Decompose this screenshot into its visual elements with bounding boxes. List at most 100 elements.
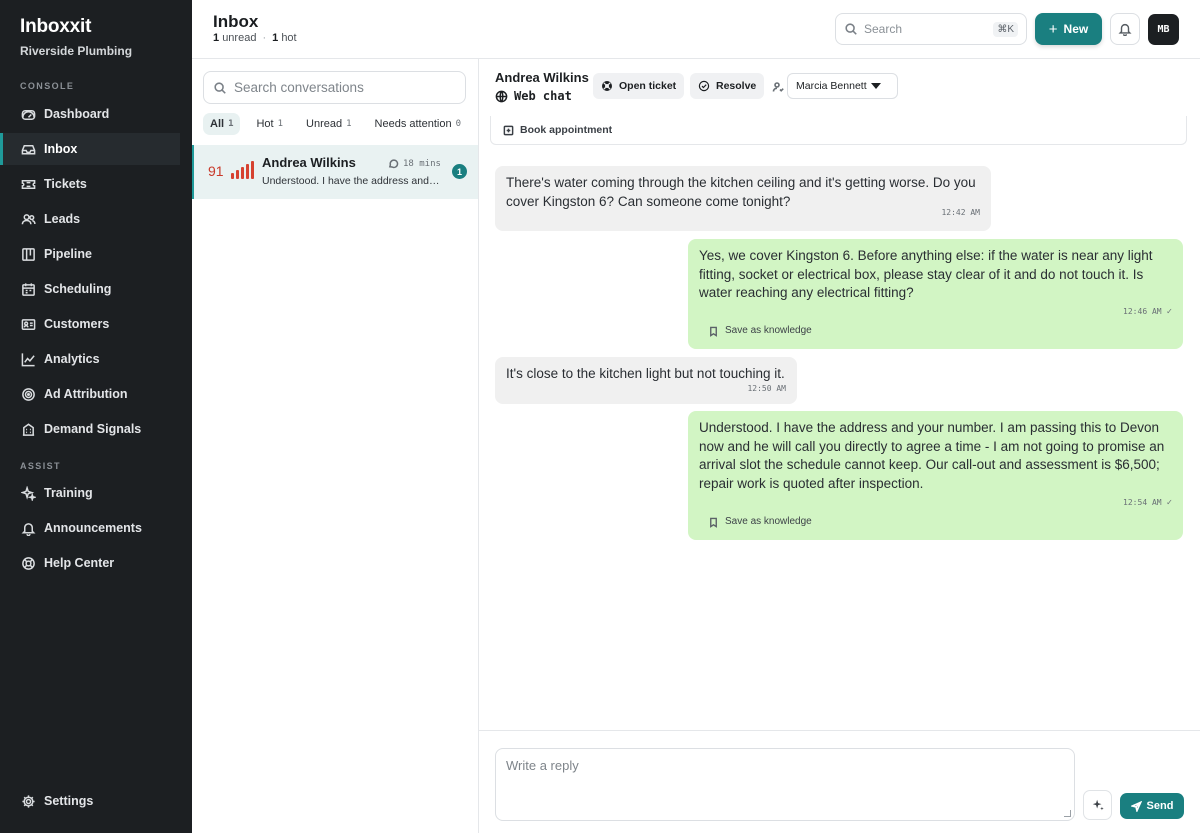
message-text: Understood. I have the address and your … [699,420,1165,491]
message-text: Yes, we cover Kingston 6. Before anythin… [699,248,1153,300]
filter-label: All [210,118,225,130]
sidebar-item-training[interactable]: Training [0,477,180,509]
sidebar-item-customers[interactable]: Customers [0,308,180,340]
conversation-time: 18 mins [388,158,441,169]
filter-tabs: All1 Hot1 Unread1 Needs attention0 Ex [203,112,479,136]
filter-count: 1 [228,119,234,129]
sidebar-item-inbox[interactable]: Inbox [0,133,180,165]
global-search-input[interactable]: Search ⌘K [835,13,1027,45]
ai-assist-button[interactable] [1083,790,1112,820]
sidebar-item-tickets[interactable]: Tickets [0,168,180,200]
message-time-text: 12:42 AM [941,207,980,217]
sidebar-item-label: Analytics [44,352,100,366]
message-outgoing: Yes, we cover Kingston 6. Before anythin… [688,239,1183,349]
sidebar-item-label: Tickets [44,177,87,191]
sidebar: Inboxxit Riverside Plumbing CONSOLE Dash… [0,0,192,833]
filter-count: 0 [455,119,462,129]
hot-count: 1 [272,32,279,44]
avatar[interactable]: MB [1148,14,1179,45]
separator-dot: · [262,32,267,44]
chat-pane: Andrea Wilkins Web chat Open ticket Reso… [479,59,1200,833]
unread-count: 1 [213,32,220,44]
send-icon [1130,800,1142,812]
brand: Inboxxit Riverside Plumbing [20,16,132,58]
sidebar-item-label: Dashboard [44,107,110,121]
conversation-search-input[interactable]: Search conversations [203,71,466,104]
tab-hot[interactable]: Hot 1 [249,113,290,135]
book-appointment-button[interactable]: Book appointment [490,116,1187,145]
message-incoming: There's water coming through the kitchen… [495,166,991,231]
message-incoming: It's close to the kitchen light but not … [495,357,797,404]
sidebar-item-label: Help Center [44,556,115,570]
sidebar-item-analytics[interactable]: Analytics [0,343,180,375]
sidebar-item-dashboard[interactable]: Dashboard [0,98,180,130]
gear-icon [20,793,36,809]
chat-channel-label: Web chat [514,89,572,103]
signal-bars-icon [231,161,254,179]
reply-input[interactable]: Write a reply [495,748,1075,821]
save-as-knowledge-button[interactable]: Save as knowledge [708,513,812,532]
tab-all[interactable]: All 1 [203,113,241,135]
inbox-summary: 1 unread · 1 hot [213,32,297,44]
message-time: 12:50 AM [747,380,786,399]
notifications-button[interactable] [1110,13,1140,45]
bookmark-icon [710,326,717,337]
unread-summary: 1 unread [213,32,256,44]
sidebar-item-announcements[interactable]: Announcements [0,512,180,544]
building-icon [20,421,36,437]
calendar-icon [20,281,36,297]
filter-count: 1 [346,119,352,129]
new-button-label: New [1063,22,1089,36]
save-as-knowledge-label: Save as knowledge [725,516,812,527]
shortcut-hint: ⌘K [993,21,1018,37]
reply-placeholder: Write a reply [506,758,579,773]
search-icon [214,81,226,94]
trend-icon [20,351,36,367]
sidebar-item-ad-attribution[interactable]: Ad Attribution [0,378,180,410]
delivered-check-icon: ✓ [1166,307,1172,317]
assist-section-label: ASSIST [20,461,61,471]
resolve-label: Resolve [716,80,757,92]
conversation-item[interactable]: 91 Andrea Wilkins 18 mins Understood. I … [192,145,478,199]
sidebar-item-label: Announcements [44,521,142,535]
message-time: 12:46 AM ✓ [1123,303,1172,322]
sidebar-item-label: Scheduling [44,282,112,296]
delivered-check-icon: ✓ [1166,498,1172,508]
conversation-list: Search conversations All 1 Hot 1 Unread 1 N… [192,59,479,833]
resolve-button[interactable]: Resolve [690,73,765,99]
filter-label: Unread [306,118,343,130]
sidebar-item-settings[interactable]: Settings [0,785,180,817]
users-icon [20,211,36,227]
message-text: There's water coming through the kitchen… [506,175,976,209]
tab-needs-attention[interactable]: Needs attention 0 [368,113,468,135]
lifebuoy-icon [20,555,36,571]
assignee-select[interactable]: Marcia Bennett [787,73,898,99]
console-section-label: CONSOLE [20,81,75,91]
new-button[interactable]: + New [1035,13,1102,45]
sidebar-item-label: Customers [44,317,110,331]
open-ticket-button[interactable]: Open ticket [593,73,685,99]
sparkle-icon [20,485,36,501]
sidebar-item-demand-signals[interactable]: Demand Signals [0,413,180,445]
sidebar-item-label: Settings [44,794,94,808]
id-card-icon [20,316,36,332]
send-button[interactable]: Send [1120,793,1184,819]
resize-handle[interactable] [1064,810,1071,817]
book-appointment-label: Book appointment [520,124,613,136]
sidebar-item-help-center[interactable]: Help Center [0,547,180,579]
sidebar-item-label: Inbox [44,142,78,156]
unread-badge: 1 [452,164,467,179]
sidebar-item-scheduling[interactable]: Scheduling [0,273,180,305]
message-time: 12:42 AM [941,204,980,223]
assignee-value: Marcia Bennett [796,80,867,92]
save-as-knowledge-button[interactable]: Save as knowledge [708,322,812,341]
bookmark-icon [710,517,717,528]
message-time-text: 12:54 AM [1123,498,1162,507]
search-placeholder: Search [864,22,903,36]
sidebar-item-leads[interactable]: Leads [0,203,180,235]
sidebar-item-pipeline[interactable]: Pipeline [0,238,180,270]
open-ticket-label: Open ticket [619,80,677,92]
org-name[interactable]: Riverside Plumbing [20,44,132,58]
bell-icon [20,520,36,536]
tab-unread[interactable]: Unread 1 [299,113,359,135]
